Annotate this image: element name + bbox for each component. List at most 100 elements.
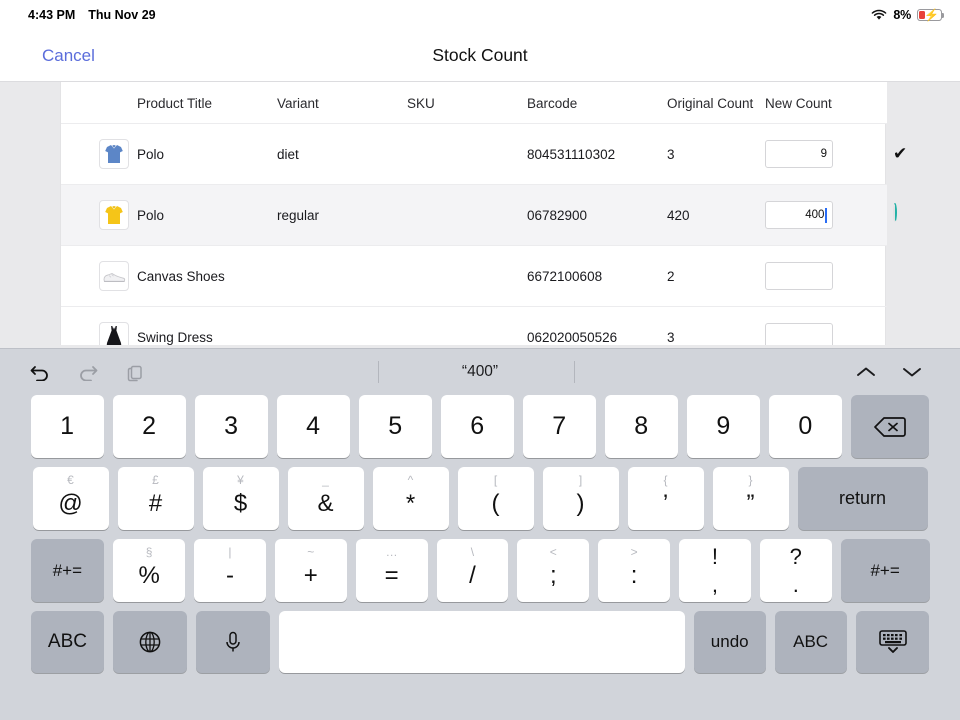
- key-label: 1: [60, 412, 74, 440]
- key-9[interactable]: 9: [686, 395, 760, 458]
- key-/[interactable]: \ /: [436, 539, 509, 602]
- table-row[interactable]: Canvas Shoes 6672100608 2: [61, 245, 887, 307]
- key-label: %: [138, 562, 160, 589]
- key-8[interactable]: 8: [604, 395, 678, 458]
- globe-icon[interactable]: [113, 611, 188, 673]
- key-#[interactable]: £ #: [117, 467, 194, 530]
- undo-arrow-icon[interactable]: [28, 360, 52, 384]
- key-alt-label: |: [228, 545, 232, 559]
- dismiss-keyboard-icon[interactable]: [855, 611, 930, 673]
- new-count-value: 9: [820, 148, 827, 160]
- toolbar-divider-right: [574, 361, 575, 383]
- text-caret: [825, 207, 827, 223]
- new-count-input[interactable]: [765, 262, 833, 290]
- key-%[interactable]: §%: [113, 539, 186, 602]
- battery-charging-icon: ⚡: [917, 8, 945, 21]
- key-label: $: [233, 490, 248, 517]
- clipboard-paste-icon[interactable]: [124, 360, 148, 384]
- microphone-icon[interactable]: [196, 611, 271, 673]
- key-3[interactable]: 3: [194, 395, 268, 458]
- saved-check-icon: ✔: [893, 144, 908, 163]
- return-key[interactable]: return: [797, 467, 928, 530]
- key-@[interactable]: € @: [32, 467, 109, 530]
- key-5[interactable]: 5: [358, 395, 432, 458]
- new-count-input[interactable]: [765, 323, 833, 345]
- key-0[interactable]: 0: [768, 395, 842, 458]
- key-alt-label: …: [385, 545, 398, 559]
- space-key[interactable]: [279, 611, 685, 673]
- chevron-down-icon[interactable]: [900, 360, 924, 384]
- cell-variant: diet: [277, 123, 407, 185]
- key-alt-label: {: [663, 473, 668, 487]
- key-label: ABC: [793, 632, 829, 651]
- new-count-input[interactable]: 9: [765, 140, 833, 168]
- abc-key-right[interactable]: ABC: [774, 611, 847, 673]
- cell-new-count: [765, 245, 887, 307]
- undo-key[interactable]: undo: [693, 611, 766, 673]
- abc-key-left[interactable]: ABC: [30, 611, 105, 673]
- key-?.[interactable]: ?.: [759, 539, 832, 602]
- backspace-icon[interactable]: [850, 395, 930, 458]
- cell-thumbnail: [61, 184, 137, 246]
- table-body: Polo diet 804531110302 3 9 ✔ Polo regular 067829…: [61, 123, 907, 345]
- key-label: 5: [388, 412, 403, 440]
- key-([interactable]: [(: [457, 467, 534, 530]
- cell-new-count: [765, 306, 887, 345]
- table-row[interactable]: Swing Dress 062020050526 3: [61, 306, 887, 345]
- battery-percent-label: 8%: [893, 8, 911, 22]
- key-label: *: [405, 490, 416, 517]
- cell-original-count: 3: [667, 123, 765, 185]
- key-alt-label: £: [152, 473, 159, 487]
- key-;[interactable]: <;: [517, 539, 590, 602]
- key-label: 6: [470, 412, 485, 440]
- key-!,[interactable]: !,: [679, 539, 751, 602]
- key-6[interactable]: 6: [440, 395, 514, 458]
- keyboard-row-numbers: 1 2 3 4 5 6 7 8 9 0: [26, 395, 934, 458]
- key-2[interactable]: 2: [112, 395, 186, 458]
- key-$[interactable]: ¥ $: [202, 467, 279, 530]
- key-4[interactable]: 4: [276, 395, 350, 458]
- chevron-up-icon[interactable]: [854, 360, 878, 384]
- key-=[interactable]: … =: [355, 539, 428, 602]
- cell-thumbnail: [61, 245, 137, 307]
- cell-original-count: 2: [667, 245, 765, 307]
- new-count-input[interactable]: 400: [765, 201, 833, 229]
- key-label: @: [58, 490, 83, 517]
- symbols-shift-key-left[interactable]: #+=: [30, 539, 105, 602]
- key-label: (: [491, 490, 500, 517]
- black-swing-dress-thumbnail: [99, 322, 129, 345]
- symbols-shift-key-right[interactable]: #+=: [840, 539, 930, 602]
- key-label: 3: [224, 412, 239, 440]
- canvas-shoe-thumbnail: [99, 261, 129, 291]
- key-)[interactable]: ]): [542, 467, 619, 530]
- key-”[interactable]: }”: [712, 467, 789, 530]
- key-label: 7: [552, 412, 567, 440]
- cell-barcode: 804531110302: [527, 123, 667, 185]
- cell-thumbnail: [61, 123, 137, 185]
- key--[interactable]: | -: [194, 539, 266, 602]
- cell-variant: [277, 245, 407, 307]
- key-label: #+=: [870, 560, 900, 580]
- redo-arrow-icon[interactable]: [76, 360, 100, 384]
- key-label: ’: [662, 490, 669, 517]
- cell-original-count: 420: [667, 184, 765, 246]
- column-header-product-title: Product Title: [137, 82, 277, 124]
- key-label: 0: [798, 412, 813, 440]
- key-*[interactable]: ^ *: [372, 467, 449, 530]
- key-&[interactable]: _ &: [287, 467, 364, 530]
- key-1[interactable]: 1: [30, 395, 104, 458]
- cell-new-count: 9 ✔: [765, 123, 907, 185]
- cell-new-count: 400: [765, 184, 897, 246]
- table-row[interactable]: Polo diet 804531110302 3 9 ✔: [61, 123, 907, 185]
- cancel-button[interactable]: Cancel: [42, 46, 95, 66]
- keyboard-rows: 1234567890 € @ £ # ¥ $ _ & ^ *[(]){’}” return #+= §…: [0, 395, 960, 673]
- table-row[interactable]: Polo regular 06782900 420 400: [61, 184, 897, 246]
- key-’[interactable]: {’: [627, 467, 704, 530]
- key-+[interactable]: ~ +: [274, 539, 347, 602]
- keyboard-row-symbols-2: #+= §% | - ~ +… = \ / <; >:!,?. #+=: [26, 539, 934, 602]
- key-:[interactable]: >:: [598, 539, 671, 602]
- blue-polo-shirt-thumbnail: [99, 139, 129, 169]
- cell-product-title: Swing Dress: [137, 306, 277, 345]
- key-label: !: [711, 543, 718, 569]
- key-7[interactable]: 7: [522, 395, 596, 458]
